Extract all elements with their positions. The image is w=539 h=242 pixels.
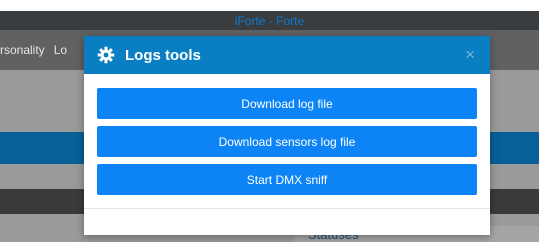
gear-icon	[97, 46, 115, 64]
modal-header: Logs tools ×	[84, 36, 490, 74]
app-title: iForte - Forte	[234, 13, 305, 28]
modal-body: Download log file Download sensors log f…	[84, 74, 490, 195]
nav-item-logs[interactable]: Lo	[54, 43, 67, 57]
app-title-bar: iForte - Forte	[0, 11, 539, 30]
modal-title: Logs tools	[125, 46, 201, 64]
logs-tools-modal: Logs tools × Download log file Download …	[84, 36, 490, 235]
window-top-strip	[0, 0, 539, 11]
modal-footer-divider	[84, 208, 490, 209]
download-sensors-log-file-button[interactable]: Download sensors log file	[97, 126, 477, 157]
download-log-file-button[interactable]: Download log file	[97, 88, 477, 119]
close-icon[interactable]: ×	[465, 45, 475, 65]
nav-item-personality[interactable]: rsonality	[0, 43, 45, 57]
start-dmx-sniff-button[interactable]: Start DMX sniff	[97, 164, 477, 195]
